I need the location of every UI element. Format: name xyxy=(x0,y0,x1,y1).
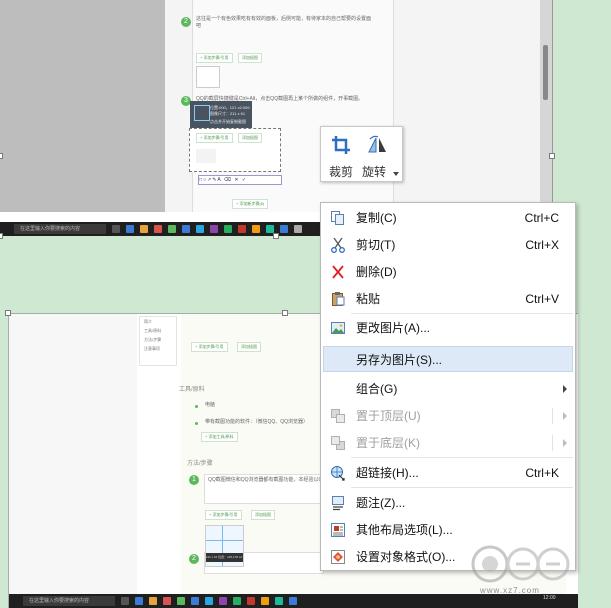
side-nav-item: 简介 xyxy=(144,319,152,324)
add-tool-button: + 添加工具/原料 xyxy=(201,432,238,442)
submenu-arrow-icon xyxy=(563,412,567,420)
menu-item-hyperlink[interactable]: 超链接(H)... Ctrl+K xyxy=(323,460,573,486)
menu-separator xyxy=(351,313,573,314)
copy-icon xyxy=(331,211,344,225)
rotate-icon xyxy=(368,135,386,153)
resize-handle-right[interactable] xyxy=(549,153,555,159)
scrollbar-track xyxy=(540,0,552,212)
dimmed-left-area xyxy=(0,0,165,212)
chevron-down-icon xyxy=(393,172,399,176)
tool-row: 电脑 xyxy=(205,402,216,408)
delete-x-icon xyxy=(332,265,344,279)
taskbar-search: 在这里输入你要搜索的内容 xyxy=(14,224,106,234)
step-2-text: 这往是一个有色效果吃有有效的面板，后侧可能，有待家本的自己帮要的设置面吧 xyxy=(196,16,372,29)
crop-icon xyxy=(332,136,350,154)
bottom-taskbar: 在这里输入你要搜索的内容 12:00 xyxy=(9,594,578,608)
paste-icon xyxy=(332,292,345,306)
submenu-arrow-icon xyxy=(563,385,567,393)
tool-row: 带有截图功能的软件：（微信QQ、QQ浏览器） xyxy=(205,419,309,425)
top-embedded-screenshot[interactable]: 2 这往是一个有色效果吃有有效的面板，后侧可能，有待家本的自己帮要的设置面吧 +… xyxy=(0,0,553,236)
menu-item-copy[interactable]: 复制(C) Ctrl+C xyxy=(323,205,573,231)
step-image-thumbnail: 211 x 61 位置：125,178 x2:286 xyxy=(205,525,244,567)
taskbar-clock: 12:00 xyxy=(543,595,556,601)
capture-toolbar: □○↗✎A ⌫ ✕ ✓ xyxy=(198,175,282,185)
menu-item-change-picture[interactable]: 更改图片(A)... xyxy=(323,315,573,341)
menu-separator xyxy=(351,487,573,488)
watermark-url: www.xz7.com xyxy=(480,586,540,595)
capture-region: + 添加步骤/引用 添加插图 xyxy=(189,128,281,172)
step-number-2: 2 xyxy=(189,554,199,564)
caption-icon xyxy=(332,496,344,511)
resize-handle-left[interactable] xyxy=(0,153,3,159)
add-step-ref-button: + 添加步骤/引用 xyxy=(196,53,233,63)
format-object-icon xyxy=(331,550,345,564)
side-nav-item: 方法/步骤 xyxy=(144,337,162,342)
step-number-1: 1 xyxy=(189,475,199,485)
resize-handle-top[interactable] xyxy=(282,310,288,316)
tools-section-title: 工具/原料 xyxy=(179,387,205,393)
menu-item-save-as-picture[interactable]: 另存为图片(S)... xyxy=(323,346,573,372)
side-nav-item: 工具/原料 xyxy=(144,328,162,333)
menu-item-cut[interactable]: 剪切(T) Ctrl+X xyxy=(323,232,573,258)
menu-item-bring-to-front[interactable]: 置于顶层(U) xyxy=(323,403,573,429)
step-number-2: 2 xyxy=(181,17,191,27)
left-blank-pane xyxy=(9,314,137,594)
step-2-image xyxy=(196,66,220,88)
picture-mini-toolbar: 裁剪 旋转 xyxy=(320,126,403,182)
site-watermark-logo xyxy=(471,545,570,583)
scrollbar-thumb xyxy=(543,45,548,100)
menu-item-send-to-back[interactable]: 置于底层(K) xyxy=(323,430,573,456)
submenu-arrow-icon xyxy=(563,439,567,447)
menu-item-layout-options[interactable]: 其他布局选项(L)... xyxy=(323,517,573,543)
send-back-icon xyxy=(331,436,345,450)
menu-separator xyxy=(351,457,573,458)
context-menu: 复制(C) Ctrl+C 剪切(T) Ctrl+X 删除(D) 粘贴 Ctrl+… xyxy=(320,202,576,571)
scissors-icon xyxy=(331,237,345,253)
menu-item-paste[interactable]: 粘贴 Ctrl+V xyxy=(323,286,573,312)
menu-item-group[interactable]: 组合(G) xyxy=(323,376,573,402)
resize-handle-bottom-left[interactable] xyxy=(0,233,3,239)
side-nav-item: 注意事项 xyxy=(144,346,160,351)
crop-button[interactable]: 裁剪 xyxy=(324,131,358,179)
menu-item-caption[interactable]: 题注(Z)... xyxy=(323,490,573,516)
menu-item-delete[interactable]: 删除(D) xyxy=(323,259,573,285)
change-picture-icon xyxy=(331,322,345,334)
hyperlink-globe-icon xyxy=(331,466,345,481)
resize-handle-top-left[interactable] xyxy=(5,310,11,316)
screenshot-tooltip: 位置:000，121 x2:069 图像尺寸：211 x 61 点击并开始复制截… xyxy=(190,101,252,129)
crop-label: 裁剪 xyxy=(328,165,353,179)
layout-options-icon xyxy=(331,523,345,537)
bring-front-icon xyxy=(331,409,345,423)
rotate-button[interactable]: 旋转 xyxy=(361,131,399,179)
side-navigation: 简介 工具/原料 方法/步骤 注意事项 xyxy=(139,316,177,366)
add-new-step-button: + 添加新步骤(5) xyxy=(232,199,269,209)
add-image-button: 添加插图 xyxy=(238,53,262,63)
resize-handle-bottom[interactable] xyxy=(273,233,279,239)
method-section-title: 方法/步骤 xyxy=(187,461,213,467)
